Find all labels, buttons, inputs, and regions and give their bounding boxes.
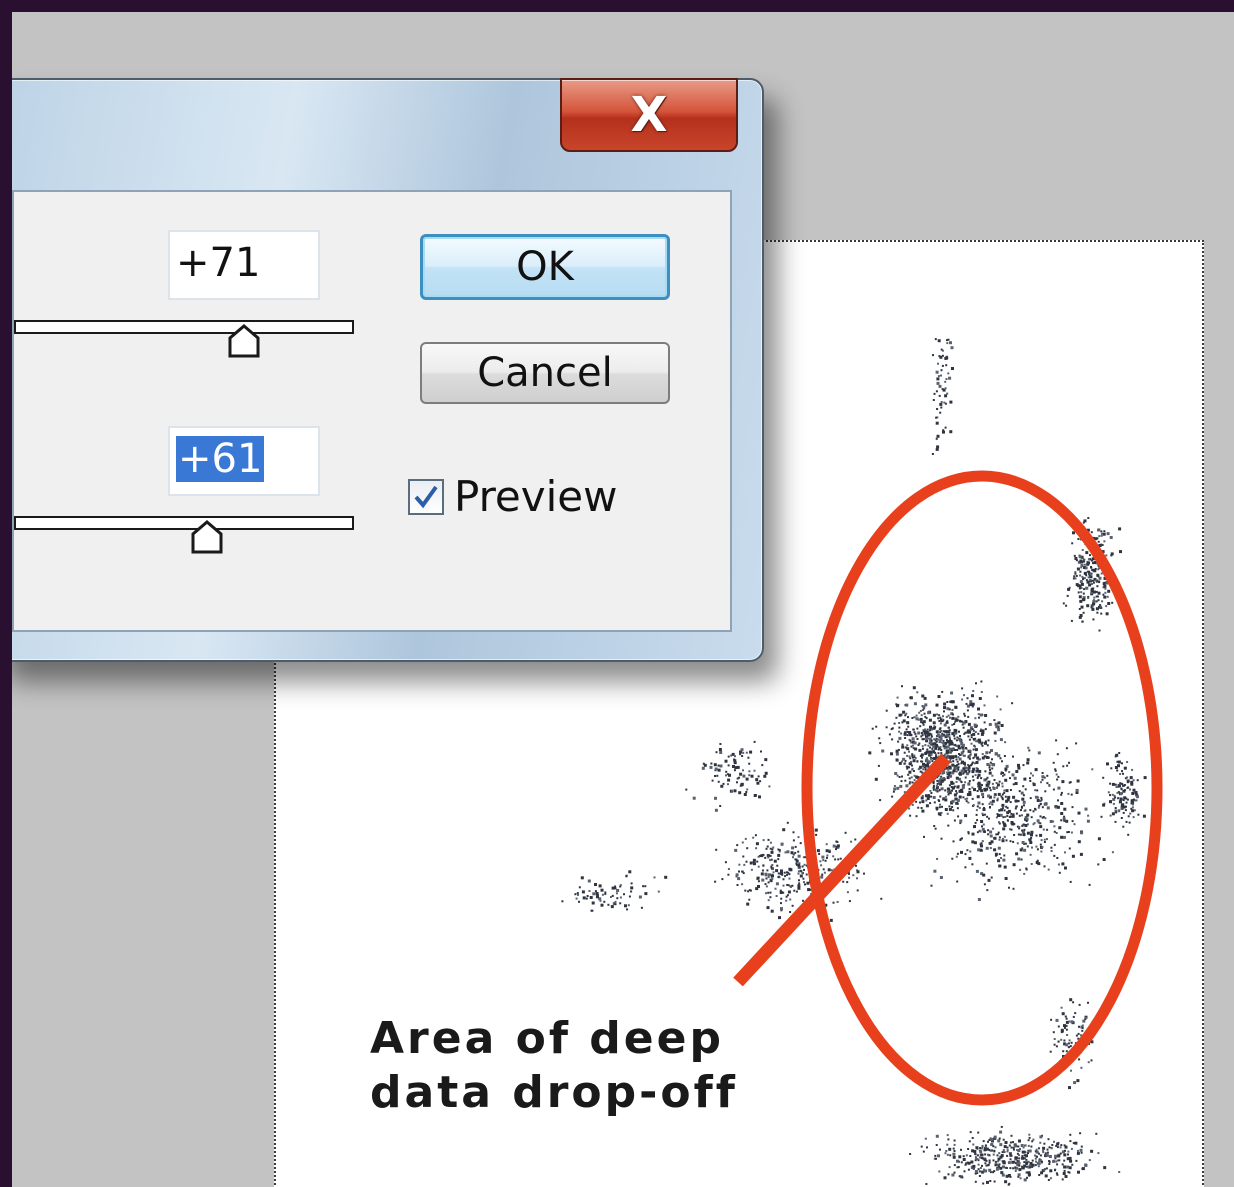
value-field-2-text: +61: [176, 436, 265, 482]
slider-track-1[interactable]: [14, 320, 354, 334]
ok-button[interactable]: OK: [420, 234, 670, 300]
value-field-1[interactable]: +71: [168, 230, 320, 300]
preview-checkbox[interactable]: [408, 478, 444, 515]
preview-option: Preview: [408, 472, 618, 521]
cancel-button[interactable]: Cancel: [420, 342, 670, 404]
slider-thumb-icon[interactable]: [189, 520, 225, 556]
close-icon: X: [630, 87, 668, 143]
close-button[interactable]: X: [560, 78, 738, 152]
dialog-client-area: +71 +61 OK Cancel Preview: [12, 190, 732, 632]
value-field-2[interactable]: +61: [168, 426, 320, 496]
annotation-label: Area of deep data drop-off: [370, 1013, 738, 1118]
preview-label: Preview: [454, 472, 618, 521]
value-field-1-text: +71: [176, 240, 261, 286]
slider-track-2[interactable]: [14, 516, 354, 530]
photoshop-workspace: Area of deep data drop-off X +71 +61 OK: [12, 12, 1234, 1187]
checkmark-icon: [414, 485, 438, 508]
cancel-button-label: Cancel: [477, 350, 613, 396]
ok-button-label: OK: [516, 244, 574, 290]
adjustment-dialog: X +71 +61 OK Cancel Preview: [12, 78, 764, 662]
slider-thumb-icon[interactable]: [226, 324, 262, 360]
